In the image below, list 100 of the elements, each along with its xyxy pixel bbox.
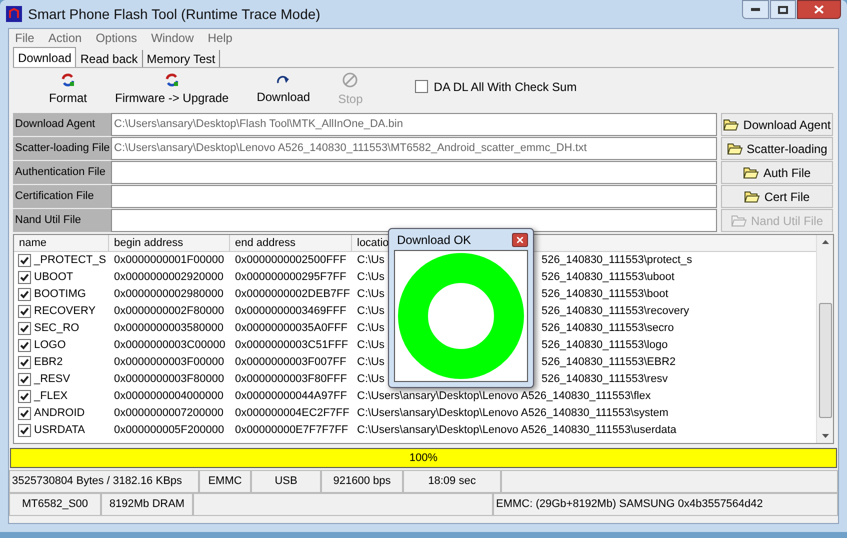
table-cell-text: LOGO bbox=[34, 338, 66, 354]
status-cell: USB bbox=[251, 470, 321, 493]
checkbox[interactable] bbox=[18, 339, 31, 352]
field-label: Download Agent bbox=[13, 113, 111, 136]
status-cell: 3525730804 Bytes / 3182.16 KBps bbox=[9, 470, 199, 493]
table-cell-text: C:\Us bbox=[356, 338, 386, 354]
refresh-arrows-icon bbox=[61, 72, 75, 86]
maximize-button[interactable] bbox=[770, 0, 796, 19]
table-cell-text: 0x000000000295F7FF bbox=[234, 270, 348, 286]
toolbar-button[interactable]: Firmware -> Upgrade bbox=[101, 72, 243, 106]
file-path-field[interactable]: C:\Users\ansary\Desktop\Lenovo A526_140830_111553\MT6582_Android_scatter_emmc_DH.txt bbox=[111, 137, 717, 160]
column-header[interactable]: begin address bbox=[109, 235, 230, 251]
column-header[interactable]: name bbox=[14, 235, 109, 251]
table-cell-text: EBR2 bbox=[34, 355, 63, 370]
tab[interactable]: Download bbox=[13, 47, 76, 67]
checkbox[interactable] bbox=[18, 424, 31, 437]
checkbox[interactable] bbox=[18, 288, 31, 301]
close-icon bbox=[517, 236, 523, 242]
file-path-field[interactable]: C:\Users\ansary\Desktop\Flash Tool\MTK_AllInOne_DA.bin bbox=[111, 113, 717, 136]
table-cell-text: SEC_RO bbox=[34, 321, 80, 336]
app-icon bbox=[6, 6, 22, 22]
table-cell-text: 0x0000000003F007FF bbox=[234, 355, 348, 370]
table-cell-text: 0x0000000003469FFF bbox=[234, 304, 348, 320]
menu-item[interactable]: Action bbox=[48, 29, 82, 47]
table-cell-text: 0x0000000002500FFF bbox=[234, 253, 348, 268]
table-cell-text: 0x0000000007200000 bbox=[113, 406, 225, 422]
folder-icon bbox=[743, 166, 760, 178]
table-cell-text: 526_140830_111553\recovery bbox=[542, 304, 690, 320]
field-label: Authentication File bbox=[13, 161, 111, 184]
minimize-button[interactable] bbox=[742, 0, 769, 19]
column-header[interactable]: end address bbox=[230, 235, 352, 251]
table-cell-text: 526_140830_111553\boot bbox=[542, 287, 668, 302]
checkbox[interactable] bbox=[18, 390, 31, 403]
table-cell-text: ANDROID bbox=[34, 406, 85, 422]
table-cell-text: 0x0000000003F80000 bbox=[113, 372, 226, 388]
table-cell-text: UBOOT bbox=[34, 270, 74, 286]
checkbox[interactable] bbox=[18, 305, 31, 318]
file-path-field[interactable] bbox=[111, 209, 717, 232]
browse-button[interactable]: Auth File bbox=[721, 161, 833, 184]
file-path-field[interactable] bbox=[111, 185, 717, 208]
table-cell-text: C:\Users\ansary\Desktop\Lenovo A526_140830_111553\flex bbox=[356, 389, 652, 404]
redo-arrow-icon bbox=[276, 74, 290, 86]
table-cell-text: 0x0000000002980000 bbox=[113, 287, 225, 302]
menu-item[interactable]: Window bbox=[151, 29, 194, 47]
status-cell: 921600 bps bbox=[321, 470, 403, 493]
checkbox[interactable] bbox=[18, 271, 31, 284]
close-button[interactable] bbox=[512, 232, 528, 246]
file-path-field[interactable] bbox=[111, 161, 717, 184]
table-cell-text: 0x0000000003C00000 bbox=[113, 338, 226, 354]
table-cell-text: 526_140830_111553\EBR2 bbox=[542, 355, 676, 370]
status-cell: 8192Mb DRAM bbox=[101, 493, 193, 516]
status-cell: EMMC: (29Gb+8192Mb) SAMSUNG 0x4b3557564d42 bbox=[493, 493, 838, 516]
checkbox[interactable] bbox=[18, 254, 31, 267]
table-cell-text: C:\Us bbox=[356, 253, 386, 268]
folder-icon bbox=[726, 142, 743, 154]
table-cell-text: 0x0000000003F00000 bbox=[113, 355, 226, 370]
table-cell-text: _PROTECT_S bbox=[34, 253, 106, 268]
toolbar-button[interactable]: Format bbox=[35, 72, 102, 106]
menu-item[interactable]: Help bbox=[208, 29, 232, 47]
scroll-thumb[interactable] bbox=[818, 303, 832, 418]
minimize-icon bbox=[751, 8, 760, 11]
browse-button[interactable]: Cert File bbox=[721, 185, 833, 208]
table-cell-text: 0x0000000003F80FFF bbox=[234, 372, 348, 388]
checkbox[interactable] bbox=[18, 356, 31, 369]
menu-item[interactable]: Options bbox=[96, 29, 138, 47]
close-button[interactable] bbox=[797, 0, 841, 19]
menu-item[interactable]: File bbox=[15, 29, 34, 47]
table-cell-text: 0x00000000044A97FF bbox=[234, 389, 348, 404]
table-cell-text: C:\Us bbox=[356, 270, 386, 286]
table-cell-text: 0x0000000002920000 bbox=[113, 270, 225, 286]
table-cell-text: 0x000000005F200000 bbox=[113, 423, 226, 438]
table-cell-text: BOOTIMG bbox=[34, 287, 86, 302]
table-cell-text: 0x0000000002F80000 bbox=[113, 304, 226, 320]
checkbox[interactable] bbox=[18, 322, 31, 335]
checkbox[interactable] bbox=[414, 80, 428, 93]
checkbox[interactable] bbox=[18, 407, 31, 420]
table-cell-text: C:\Us bbox=[356, 372, 386, 388]
table-cell-text: 0x0000000003580000 bbox=[113, 321, 225, 336]
table-cell-text: 526_140830_111553\logo bbox=[542, 338, 668, 354]
scrollbar[interactable] bbox=[816, 235, 833, 443]
table-cell-text: _FLEX bbox=[34, 389, 68, 404]
table-cell-text: C:\Users\ansary\Desktop\Lenovo A526_140830_111553\system bbox=[356, 406, 670, 422]
progress-label: 100% bbox=[408, 450, 439, 466]
folder-icon bbox=[723, 118, 740, 130]
table-cell-text: 0x0000000001F00000 bbox=[113, 253, 226, 268]
folder-icon bbox=[730, 214, 747, 226]
table-cell-text: _RESV bbox=[34, 372, 70, 388]
browse-button[interactable]: Download Agent bbox=[721, 113, 833, 136]
table-cell-text: 526_140830_111553\uboot bbox=[542, 270, 674, 286]
field-label: Certification File bbox=[13, 185, 111, 208]
browse-button[interactable]: Scatter-loading bbox=[721, 137, 833, 160]
table-cell-text: 0x0000000002DEB7FF bbox=[234, 287, 351, 302]
toolbar-button[interactable]: Download bbox=[242, 74, 324, 106]
table-cell-text: 526_140830_111553\resv bbox=[542, 372, 668, 388]
table-cell-text: 0x00000000E7F7F7FF bbox=[234, 423, 350, 438]
table-cell-text: 526_140830_111553\secro bbox=[542, 321, 674, 336]
maximize-icon bbox=[778, 6, 788, 14]
checkbox[interactable] bbox=[18, 373, 31, 386]
table-cell-text: 526_140830_111553\protect_s bbox=[542, 253, 692, 268]
window-title: Smart Phone Flash Tool (Runtime Trace Mode) bbox=[28, 4, 320, 24]
